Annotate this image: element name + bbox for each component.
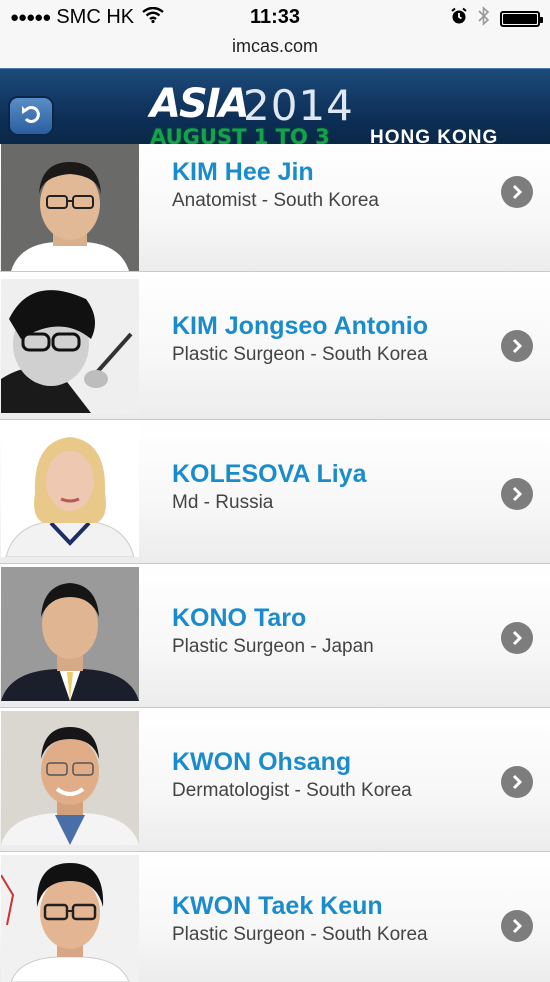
- speaker-title: Plastic Surgeon - Japan: [172, 636, 374, 657]
- speaker-name: KIM Hee Jin: [172, 158, 314, 186]
- speaker-row[interactable]: KWON Ohsang Dermatologist - South Korea: [0, 708, 550, 852]
- bluetooth-icon: [478, 6, 490, 31]
- url-bar[interactable]: imcas.com: [0, 34, 550, 68]
- speaker-row[interactable]: KOLESOVA Liya Md - Russia: [0, 420, 550, 564]
- speaker-title: Plastic Surgeon - South Korea: [172, 344, 428, 365]
- speaker-name: KONO Taro: [172, 604, 307, 632]
- chevron-right-icon[interactable]: [501, 478, 533, 510]
- speaker-row[interactable]: KONO Taro Plastic Surgeon - Japan: [0, 564, 550, 708]
- speaker-title: Plastic Surgeon - South Korea: [172, 924, 428, 945]
- speaker-row[interactable]: KWON Taek Keun Plastic Surgeon - South K…: [0, 852, 550, 982]
- chevron-right-icon[interactable]: [501, 622, 533, 654]
- logo-year: 2014: [243, 81, 354, 130]
- speaker-photo: [1, 279, 139, 413]
- speaker-name: KWON Taek Keun: [172, 892, 383, 920]
- speaker-name: KIM Jongseo Antonio: [172, 312, 428, 340]
- chevron-right-icon[interactable]: [501, 910, 533, 942]
- speaker-name: KWON Ohsang: [172, 748, 352, 776]
- url-text: imcas.com: [231, 36, 318, 56]
- chevron-right-icon[interactable]: [501, 766, 533, 798]
- chevron-right-icon[interactable]: [501, 176, 533, 208]
- speaker-row[interactable]: KIM Hee Jin Anatomist - South Korea: [0, 144, 550, 272]
- speaker-title: Md - Russia: [172, 492, 274, 513]
- back-button[interactable]: [8, 96, 54, 136]
- speaker-name: KOLESOVA Liya: [172, 460, 367, 488]
- speaker-title: Dermatologist - South Korea: [172, 780, 412, 801]
- status-bar: ●●●●● SMC HK 11:33: [0, 0, 550, 34]
- speaker-title: Anatomist - South Korea: [172, 190, 379, 211]
- back-arrow-icon: [19, 102, 43, 131]
- chevron-right-icon[interactable]: [501, 330, 533, 362]
- speaker-row[interactable]: KIM Jongseo Antonio Plastic Surgeon - So…: [0, 272, 550, 420]
- speaker-photo: [1, 423, 139, 557]
- logo-asia: ASIA: [150, 81, 250, 127]
- speaker-photo: [1, 711, 139, 845]
- speaker-photo: [1, 855, 139, 982]
- alarm-icon: [450, 7, 468, 30]
- speaker-photo: [1, 567, 139, 701]
- battery-icon: [500, 10, 543, 27]
- speaker-photo: [1, 144, 139, 271]
